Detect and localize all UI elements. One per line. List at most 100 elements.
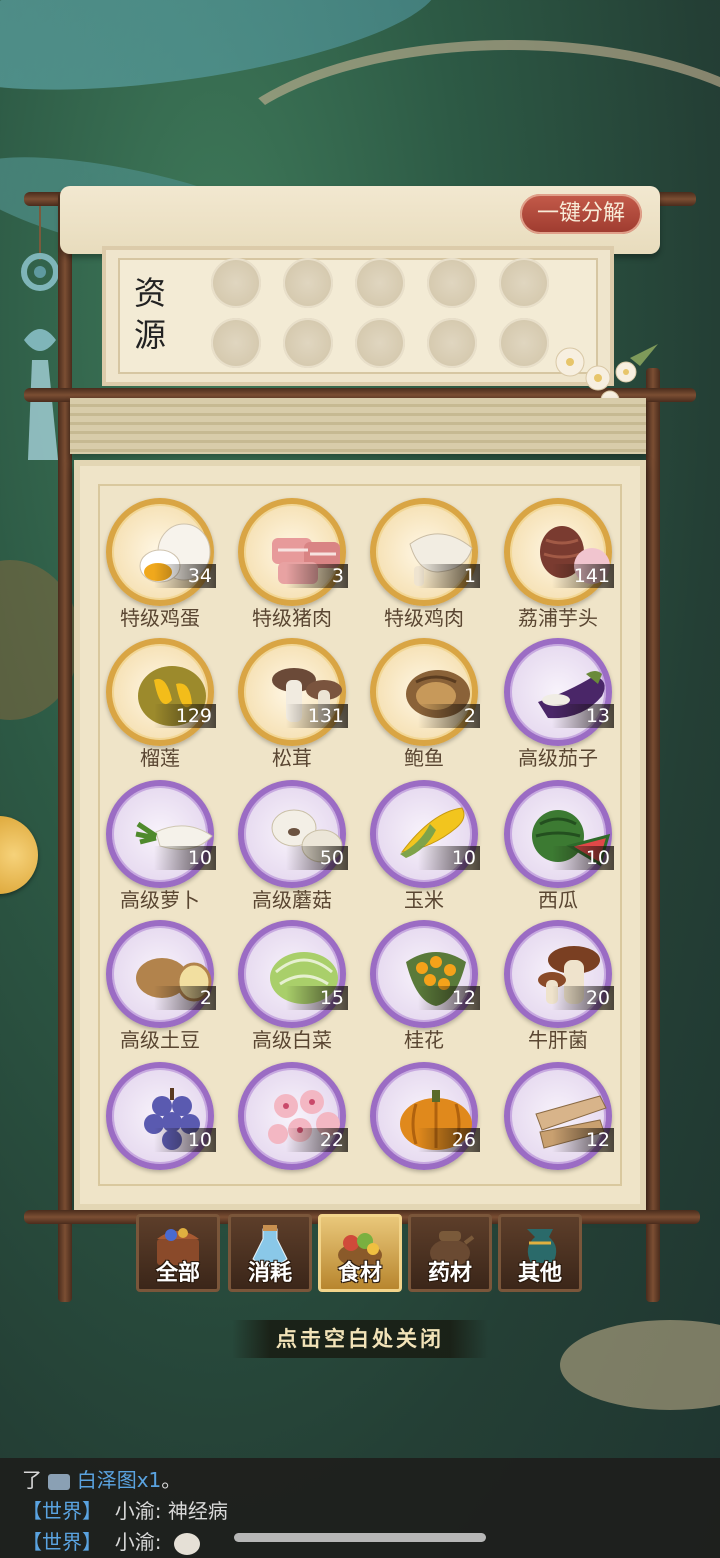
- item-name: 高级蘑菇: [252, 888, 332, 912]
- item-frame: [504, 920, 612, 1028]
- inventory-item[interactable]: 22: [230, 1062, 354, 1176]
- resource-slot[interactable]: [211, 258, 261, 308]
- resource-title: 资源: [133, 274, 166, 354]
- item-frame: [370, 1062, 478, 1170]
- tab-label: 全部: [155, 1261, 200, 1286]
- one-click-decompose-button[interactable]: 一键分解: [520, 194, 642, 234]
- item-name: 榴莲: [140, 746, 180, 770]
- item-frame: [238, 920, 346, 1028]
- item-name: 西瓜: [538, 888, 578, 912]
- inventory-item[interactable]: 141 荔浦芋头: [496, 498, 620, 638]
- inventory-item[interactable]: 10: [98, 1062, 222, 1176]
- resource-slot[interactable]: [211, 318, 261, 368]
- tab-label: 食材: [337, 1261, 382, 1286]
- chat-channel: 【世界】: [22, 1530, 102, 1554]
- chat-line: 【世界】 小渝:: [22, 1526, 200, 1555]
- item-count: 2: [154, 986, 216, 1010]
- resource-slot[interactable]: [499, 258, 549, 308]
- item-count: 15: [286, 986, 348, 1010]
- resource-slot[interactable]: [427, 318, 477, 368]
- item-name: 高级白菜: [252, 1028, 332, 1052]
- item-frame: [106, 1062, 214, 1170]
- item-name: 特级猪肉: [252, 606, 332, 630]
- item-count: 13: [552, 704, 614, 728]
- item-frame: [504, 638, 612, 746]
- chat-channel: 【世界】: [22, 1499, 102, 1523]
- item-name: 高级萝卜: [120, 888, 200, 912]
- inventory-item[interactable]: 26: [362, 1062, 486, 1176]
- tab-other[interactable]: 其他: [498, 1214, 582, 1292]
- item-count: 22: [286, 1128, 348, 1152]
- item-count: 20: [552, 986, 614, 1010]
- inventory-item[interactable]: 12 桂花: [362, 920, 486, 1060]
- resource-slot[interactable]: [283, 258, 333, 308]
- item-frame: [106, 920, 214, 1028]
- inventory-item[interactable]: 3 特级猪肉: [230, 498, 354, 638]
- chat-user[interactable]: 小渝:: [115, 1499, 162, 1523]
- chat-line: 【世界】 小渝: 神经病: [22, 1495, 228, 1524]
- inventory-item[interactable]: 10 高级萝卜: [98, 780, 222, 920]
- item-count: 10: [552, 846, 614, 870]
- inventory-grid[interactable]: 34 特级鸡蛋 3 特级猪肉 1 特级鸡肉 141 荔浦芋头 129 榴莲 131 松茸 2 鲍鱼 13 高级…: [84, 484, 636, 1176]
- item-frame: [370, 498, 478, 606]
- item-count: 131: [286, 704, 348, 728]
- item-name: 松茸: [272, 746, 312, 770]
- scroll-roll: [70, 398, 646, 454]
- resource-slot[interactable]: [355, 318, 405, 368]
- tab-label: 消耗: [247, 1261, 292, 1286]
- inventory-item[interactable]: 13 高级茄子: [496, 638, 620, 778]
- item-count: 1: [418, 564, 480, 588]
- item-link[interactable]: 白泽图x1: [77, 1468, 162, 1492]
- resource-slot[interactable]: [283, 318, 333, 368]
- tab-ingredient[interactable]: 食材: [318, 1214, 402, 1292]
- tab-consumable[interactable]: 消耗: [228, 1214, 312, 1292]
- item-frame: [238, 498, 346, 606]
- scroll-item-icon: [48, 1473, 71, 1490]
- chat-scroll-bar[interactable]: [234, 1533, 486, 1542]
- inventory-item[interactable]: 129 榴莲: [98, 638, 222, 778]
- inventory-item[interactable]: 2 高级土豆: [98, 920, 222, 1060]
- inventory-item[interactable]: 1 特级鸡肉: [362, 498, 486, 638]
- chat-message: 神经病: [167, 1499, 228, 1523]
- item-name: 高级土豆: [120, 1028, 200, 1052]
- item-frame: [504, 1062, 612, 1170]
- item-frame: [106, 498, 214, 606]
- item-count: 26: [418, 1128, 480, 1152]
- item-frame: [504, 780, 612, 888]
- resource-slot[interactable]: [427, 258, 477, 308]
- item-frame: [238, 1062, 346, 1170]
- chat-user[interactable]: 小渝:: [115, 1530, 162, 1554]
- tab-all[interactable]: 全部: [136, 1214, 220, 1292]
- inventory-item[interactable]: 34 特级鸡蛋: [98, 498, 222, 638]
- item-name: 特级鸡肉: [384, 606, 464, 630]
- item-frame: [238, 638, 346, 746]
- tab-label: 其他: [517, 1261, 562, 1286]
- inventory-item[interactable]: 2 鲍鱼: [362, 638, 486, 778]
- item-count: 2: [418, 704, 480, 728]
- inventory-item[interactable]: 10 西瓜: [496, 780, 620, 920]
- item-count: 12: [552, 1128, 614, 1152]
- item-count: 10: [154, 1128, 216, 1152]
- inventory-item[interactable]: 10 玉米: [362, 780, 486, 920]
- item-name: 鲍鱼: [404, 746, 444, 770]
- inventory-item[interactable]: 12: [496, 1062, 620, 1176]
- item-frame: [106, 780, 214, 888]
- emoji-face-icon: [173, 1532, 200, 1555]
- item-name: 荔浦芋头: [518, 606, 598, 630]
- item-frame: [504, 498, 612, 606]
- item-count: 141: [552, 564, 614, 588]
- tab-herb[interactable]: 药材: [408, 1214, 492, 1292]
- inventory-item[interactable]: 15 高级白菜: [230, 920, 354, 1060]
- item-frame: [370, 638, 478, 746]
- item-count: 34: [154, 564, 216, 588]
- resource-slot[interactable]: [355, 258, 405, 308]
- inventory-item[interactable]: 20 牛肝菌: [496, 920, 620, 1060]
- item-frame: [370, 920, 478, 1028]
- inventory-item[interactable]: 131 松茸: [230, 638, 354, 778]
- inventory-item[interactable]: 50 高级蘑菇: [230, 780, 354, 920]
- close-hint[interactable]: 点击空白处关闭: [232, 1320, 488, 1358]
- item-name: 高级茄子: [518, 746, 598, 770]
- item-count: 10: [418, 846, 480, 870]
- item-name: 牛肝菌: [528, 1028, 588, 1052]
- item-frame: [238, 780, 346, 888]
